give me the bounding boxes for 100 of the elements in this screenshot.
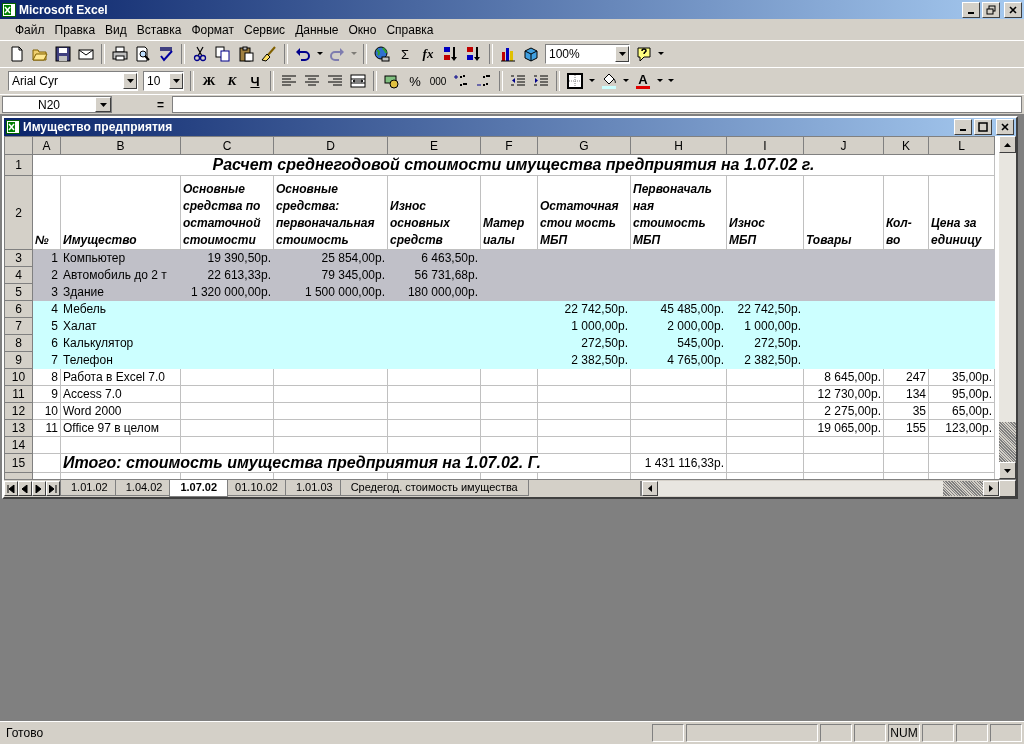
- menu-item[interactable]: Справка: [381, 20, 439, 39]
- table-cell: 272,50р.: [726, 334, 804, 352]
- restore-icon[interactable]: [986, 4, 996, 15]
- name-box[interactable]: N20: [2, 96, 112, 113]
- maximize-button[interactable]: [974, 119, 992, 135]
- down-arrow-icon[interactable]: [1004, 468, 1011, 473]
- scroll-thumb[interactable]: [999, 422, 1016, 462]
- dropdown-button[interactable]: [123, 73, 137, 89]
- clipboard-icon[interactable]: [238, 46, 254, 62]
- function-button[interactable]: fx: [417, 43, 439, 65]
- toolbar-button[interactable]: %: [404, 70, 426, 92]
- row-header[interactable]: 1: [4, 154, 33, 176]
- right-arrow-icon[interactable]: [989, 485, 993, 492]
- dropdown-button[interactable]: [95, 97, 111, 112]
- zoom-dropdown[interactable]: 100%: [545, 44, 630, 64]
- close-button[interactable]: [1004, 1, 1022, 18]
- underline-button[interactable]: Ч: [244, 70, 266, 92]
- font-size-dropdown[interactable]: 10: [143, 71, 184, 91]
- paintbrush-icon[interactable]: [261, 46, 277, 62]
- folder-icon[interactable]: [32, 46, 48, 62]
- up-arrow-icon[interactable]: [1004, 142, 1011, 147]
- coins-icon[interactable]: [384, 73, 400, 89]
- restore-button[interactable]: [982, 1, 1000, 18]
- column-header[interactable]: A: [32, 136, 61, 155]
- resize-grip[interactable]: [999, 480, 1016, 497]
- blank-page-icon[interactable]: [9, 46, 25, 62]
- row-header[interactable]: 2: [4, 175, 33, 250]
- cube-icon[interactable]: [523, 46, 539, 62]
- increase-indent-icon[interactable]: [533, 73, 549, 89]
- column-header[interactable]: L: [928, 136, 995, 155]
- column-header[interactable]: G: [537, 136, 631, 155]
- scroll-up-button[interactable]: [999, 136, 1016, 153]
- font-dropdown[interactable]: Arial Cyr: [8, 71, 138, 91]
- align-right-icon[interactable]: [327, 73, 343, 89]
- envelope-icon[interactable]: [78, 46, 94, 62]
- printer-icon[interactable]: [112, 46, 128, 62]
- close-icon[interactable]: [1000, 122, 1010, 132]
- scissors-icon[interactable]: [192, 46, 208, 62]
- print-preview-icon[interactable]: [135, 46, 151, 62]
- maximize-icon[interactable]: [978, 122, 988, 132]
- italic-button[interactable]: К: [221, 70, 243, 92]
- menu-item[interactable]: Сервис: [239, 20, 291, 39]
- increase-decimal-icon[interactable]: [453, 73, 469, 89]
- left-arrow-icon[interactable]: [648, 485, 652, 492]
- menu-item[interactable]: Формат: [186, 20, 240, 39]
- menu-item[interactable]: Правка: [49, 20, 101, 39]
- horizontal-scrollbar[interactable]: [640, 481, 999, 496]
- vertical-scrollbar[interactable]: [999, 136, 1016, 479]
- dropdown-button[interactable]: [169, 73, 183, 89]
- down-arrow-icon[interactable]: [618, 52, 626, 56]
- borders-icon[interactable]: [567, 73, 583, 89]
- column-header[interactable]: E: [387, 136, 481, 155]
- scroll-thumb[interactable]: [943, 481, 983, 496]
- bold-button[interactable]: Ж: [198, 70, 220, 92]
- minimize-button[interactable]: [962, 1, 980, 18]
- help-icon[interactable]: [636, 46, 652, 62]
- merge-cells-icon[interactable]: [350, 73, 366, 89]
- menu-item[interactable]: Файл: [10, 20, 50, 39]
- toolbar-button[interactable]: 000: [427, 70, 449, 92]
- minimize-button[interactable]: [954, 119, 972, 135]
- decrease-decimal-icon[interactable]: [476, 73, 492, 89]
- menu-item[interactable]: Окно: [343, 20, 382, 39]
- font-color-button[interactable]: A: [632, 70, 654, 92]
- copy-icon[interactable]: [215, 46, 231, 62]
- align-center-icon[interactable]: [304, 73, 320, 89]
- spell-check-icon[interactable]: [158, 46, 174, 62]
- sheet-tab[interactable]: Средегод. стоимость имущества: [339, 480, 529, 496]
- sheet-tab[interactable]: 1.07.02: [169, 480, 229, 497]
- toolbar-button[interactable]: Σ: [394, 43, 416, 65]
- close-button[interactable]: [996, 119, 1014, 135]
- sort-descending-icon[interactable]: [466, 46, 482, 62]
- formula-input[interactable]: [172, 96, 1022, 113]
- paint-bucket-icon[interactable]: [601, 73, 617, 89]
- dropdown-button[interactable]: [615, 46, 629, 62]
- scroll-down-button[interactable]: [999, 462, 1016, 479]
- globe-icon[interactable]: [374, 46, 390, 62]
- down-arrow-icon[interactable]: [99, 102, 107, 107]
- close-icon[interactable]: [1008, 4, 1018, 15]
- table-cell: 123,00р.: [928, 419, 995, 437]
- column-header[interactable]: B: [60, 136, 181, 155]
- sort-ascending-icon[interactable]: [443, 46, 459, 62]
- scroll-left-button[interactable]: [642, 481, 658, 496]
- column-header[interactable]: D: [273, 136, 388, 155]
- scroll-right-button[interactable]: [983, 481, 999, 496]
- menu-item[interactable]: Вставка: [131, 20, 187, 39]
- column-header[interactable]: H: [630, 136, 727, 155]
- column-header[interactable]: C: [180, 136, 274, 155]
- column-header[interactable]: I: [726, 136, 804, 155]
- down-arrow-icon[interactable]: [126, 79, 134, 83]
- column-header[interactable]: K: [883, 136, 929, 155]
- undo-icon[interactable]: [295, 46, 311, 62]
- bar-chart-icon[interactable]: [500, 46, 516, 62]
- menu-item[interactable]: Вид: [100, 20, 132, 39]
- select-all-corner[interactable]: [4, 136, 33, 155]
- column-header[interactable]: F: [480, 136, 538, 155]
- menu-item[interactable]: Данные: [290, 20, 344, 39]
- align-left-icon[interactable]: [281, 73, 297, 89]
- down-arrow-icon[interactable]: [172, 79, 180, 83]
- decrease-indent-icon[interactable]: [510, 73, 526, 89]
- column-header[interactable]: J: [803, 136, 884, 155]
